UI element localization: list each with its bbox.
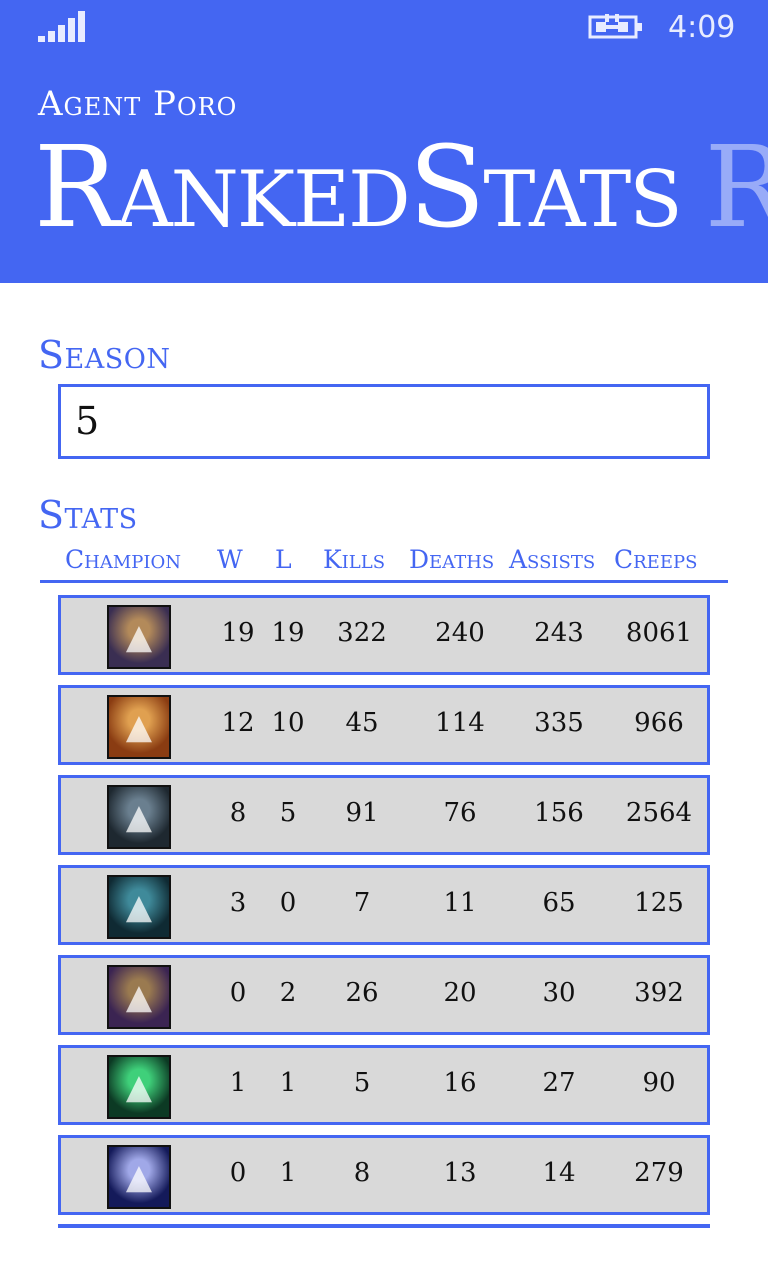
deaths-cell: 240: [435, 618, 485, 648]
champion-silhouette-icon: ▲: [125, 797, 153, 837]
kills-cell: 5: [353, 1068, 371, 1098]
losses-cell: 2: [279, 978, 297, 1008]
column-header-champion: Champion: [65, 545, 181, 574]
page-title[interactable]: RankedStatsR: [34, 132, 768, 244]
column-header-assists: Assists: [509, 545, 596, 574]
creeps-cell: 2564: [625, 798, 693, 828]
kills-cell: 45: [345, 708, 379, 738]
champion-portrait-4-icon: ▲: [107, 875, 171, 939]
table-row[interactable]: ▲ 12 10 45 114 335 966: [58, 685, 710, 765]
creeps-cell: 8061: [625, 618, 693, 648]
champion-portrait-7-icon: ▲: [107, 1145, 171, 1209]
losses-cell: 1: [279, 1158, 297, 1188]
creeps-cell: 392: [634, 978, 684, 1008]
assists-cell: 30: [542, 978, 576, 1008]
season-label: Season: [38, 333, 171, 377]
column-header-wins: W: [217, 545, 243, 574]
season-input[interactable]: 5: [58, 384, 710, 459]
column-header-creeps: Creeps: [614, 545, 698, 574]
kills-cell: 8: [353, 1158, 371, 1188]
deaths-cell: 114: [435, 708, 485, 738]
champion-silhouette-icon: ▲: [125, 617, 153, 657]
assists-cell: 65: [542, 888, 576, 918]
champion-silhouette-icon: ▲: [125, 977, 153, 1017]
champion-silhouette-icon: ▲: [125, 707, 153, 747]
column-header-losses: L: [275, 545, 292, 574]
creeps-cell: 279: [634, 1158, 684, 1188]
losses-cell: 1: [279, 1068, 297, 1098]
champion-portrait-1-icon: ▲: [107, 605, 171, 669]
assists-cell: 156: [534, 798, 584, 828]
assists-cell: 27: [542, 1068, 576, 1098]
champion-portrait-6-icon: ▲: [107, 1055, 171, 1119]
clock: 4:09: [668, 10, 736, 45]
kills-cell: 7: [353, 888, 371, 918]
table-row[interactable]: ▲ 3 0 7 11 65 125: [58, 865, 710, 945]
champion-portrait-3-icon: ▲: [107, 785, 171, 849]
creeps-cell: 125: [634, 888, 684, 918]
deaths-cell: 11: [443, 888, 477, 918]
deaths-cell: 16: [443, 1068, 477, 1098]
table-row[interactable]: ▲ 0 2 26 20 30 392: [58, 955, 710, 1035]
champion-silhouette-icon: ▲: [125, 1157, 153, 1197]
kills-cell: 91: [345, 798, 379, 828]
list-end-divider: [58, 1224, 710, 1228]
losses-cell: 5: [279, 798, 297, 828]
assists-cell: 335: [534, 708, 584, 738]
assists-cell: 14: [542, 1158, 576, 1188]
table-row[interactable]: ▲ 1 1 5 16 27 90: [58, 1045, 710, 1125]
table-row[interactable]: ▲ 8 5 91 76 156 2564: [58, 775, 710, 855]
battery-charging-icon: [588, 14, 642, 39]
losses-cell: 0: [279, 888, 297, 918]
creeps-cell: 90: [642, 1068, 676, 1098]
losses-cell: 19: [271, 618, 305, 648]
pivot-title-current[interactable]: RankedStats: [34, 123, 683, 253]
champion-silhouette-icon: ▲: [125, 1067, 153, 1107]
kills-cell: 26: [345, 978, 379, 1008]
champion-portrait-2-icon: ▲: [107, 695, 171, 759]
app-header: 4:09 Agent Poro RankedStatsR: [0, 0, 768, 283]
losses-cell: 10: [271, 708, 305, 738]
table-row[interactable]: ▲ 19 19 322 240 243 8061: [58, 595, 710, 675]
champion-silhouette-icon: ▲: [125, 887, 153, 927]
deaths-cell: 76: [443, 798, 477, 828]
deaths-cell: 13: [443, 1158, 477, 1188]
stats-label: Stats: [38, 493, 138, 537]
pivot-title-next[interactable]: R: [705, 123, 768, 253]
champion-portrait-5-icon: ▲: [107, 965, 171, 1029]
stats-table-header: Champion W L Kills Deaths Assists Creeps: [40, 545, 728, 583]
deaths-cell: 20: [443, 978, 477, 1008]
signal-bars-icon: [38, 11, 85, 42]
kills-cell: 322: [337, 618, 387, 648]
assists-cell: 243: [534, 618, 584, 648]
creeps-cell: 966: [634, 708, 684, 738]
column-header-kills: Kills: [323, 545, 386, 574]
app-name: Agent Poro: [38, 84, 238, 124]
column-header-deaths: Deaths: [409, 545, 495, 574]
status-bar: 4:09: [0, 0, 768, 60]
table-row[interactable]: ▲ 0 1 8 13 14 279: [58, 1135, 710, 1215]
